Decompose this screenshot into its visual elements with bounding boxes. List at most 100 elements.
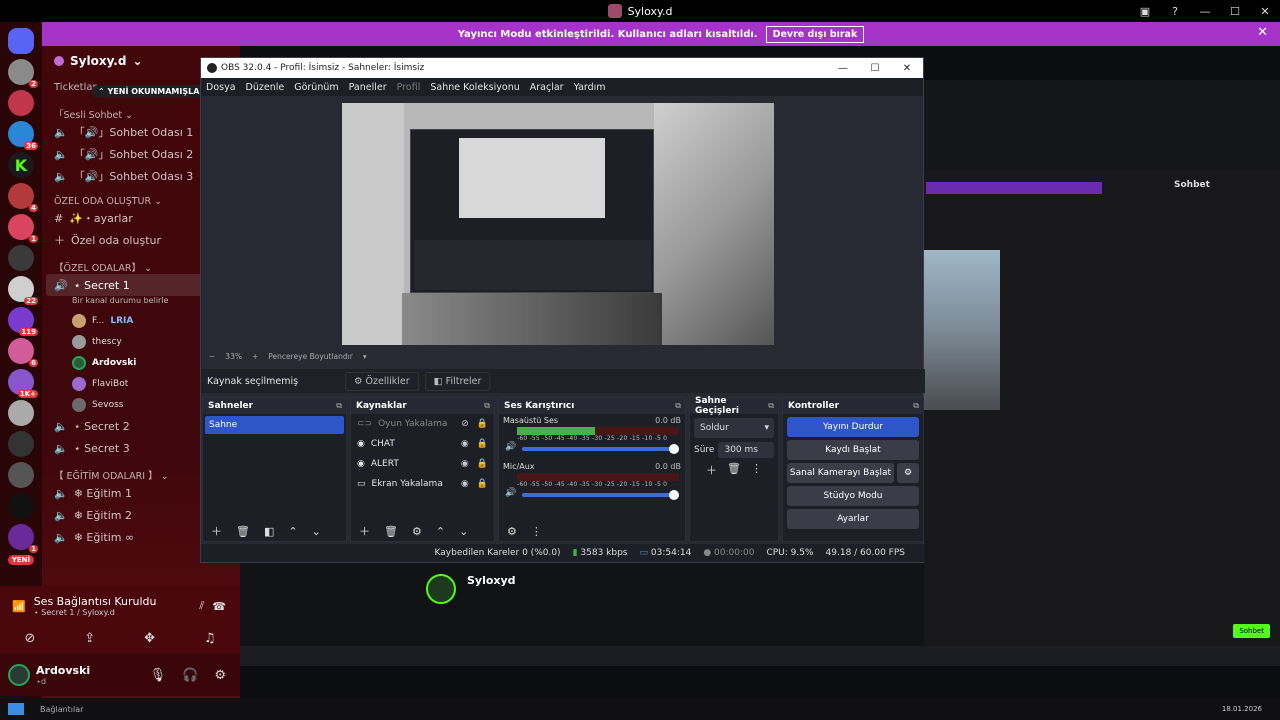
disable-streamer-mode-button[interactable]: Devre dışı bırak — [765, 25, 865, 43]
discord-home-icon[interactable] — [8, 28, 34, 54]
cpu-usage: CPU: 9.5% — [766, 548, 814, 558]
inbox-icon[interactable]: ▣ — [1130, 2, 1160, 20]
speaker-icon: 🔈 — [54, 125, 68, 139]
menu-tools[interactable]: Araçlar — [530, 82, 564, 93]
windows-start-icon[interactable] — [8, 703, 24, 715]
zoom-in-icon[interactable]: + — [252, 352, 258, 361]
source-item[interactable]: ◉ CHAT ◉ 🔒 — [351, 434, 494, 454]
server-icon[interactable]: 119 — [8, 307, 38, 336]
source-item[interactable]: ◉ ALERT ◉ 🔒 — [351, 454, 494, 474]
trash-icon[interactable]: 🗑 — [384, 525, 398, 538]
menu-help[interactable]: Yardım — [574, 82, 606, 93]
down-icon[interactable]: ⌄ — [312, 525, 321, 538]
unread-tag[interactable]: ⌃ YENİ OKUNMAMIŞLAR — [92, 85, 212, 98]
menu-profile[interactable]: Profil — [397, 82, 421, 93]
add-icon[interactable]: ＋ — [706, 462, 717, 478]
more-icon[interactable]: ⋮ — [531, 525, 542, 538]
plus-icon: ＋ — [54, 234, 65, 247]
camera-off-icon[interactable]: ⊘ — [24, 631, 35, 646]
server-icon[interactable]: 1 — [8, 214, 38, 243]
avatar[interactable] — [8, 664, 30, 686]
scene-item[interactable]: Sahne — [205, 416, 344, 434]
meter-ticks: -60 -55 -50 -45 -40 -35 -30 -25 -20 -15 … — [517, 481, 668, 488]
lock-icon: 🔒 — [476, 419, 488, 429]
server-icon[interactable]: 4 — [8, 183, 38, 212]
activities-icon[interactable]: ✥ — [144, 631, 155, 646]
mic-icon[interactable]: 🎙 — [150, 668, 167, 683]
zoom-out-icon[interactable]: − — [209, 352, 215, 361]
menu-view[interactable]: Görünüm — [294, 82, 338, 93]
mixer-db: 0.0 dB — [655, 462, 681, 471]
server-icon[interactable] — [8, 462, 34, 488]
screen-share-icon[interactable]: ⇪ — [84, 631, 95, 646]
gear-icon[interactable]: ⚙ — [897, 463, 919, 483]
kick-server-icon[interactable]: K — [8, 152, 34, 178]
obs-close-button[interactable]: ✕ — [891, 63, 923, 74]
disconnect-icon[interactable]: ☎ — [212, 600, 226, 613]
more-icon[interactable]: ⋮ — [751, 462, 762, 478]
gear-icon[interactable]: ⚙ — [412, 525, 422, 538]
headphones-icon[interactable]: 🎧 — [182, 668, 198, 683]
help-icon[interactable]: ? — [1160, 2, 1190, 20]
speaker-icon[interactable]: 🔊 — [505, 488, 516, 498]
app-avatar — [607, 4, 622, 18]
server-icon[interactable] — [8, 90, 34, 116]
filter-icon[interactable]: ◧ — [264, 525, 274, 538]
up-icon[interactable]: ⌃ — [288, 525, 297, 538]
server-icon[interactable] — [8, 431, 34, 457]
source-item[interactable]: ⊂⊃ Oyun Yakalama ⊘ 🔒 — [351, 414, 494, 434]
server-icon[interactable] — [8, 493, 34, 519]
menu-file[interactable]: Dosya — [206, 82, 236, 93]
add-icon[interactable]: ＋ — [359, 523, 370, 539]
avatar — [72, 355, 86, 370]
close-button[interactable]: ✕ — [1250, 2, 1280, 20]
advanced-audio-icon[interactable]: ⚙ — [507, 525, 517, 538]
speaker-icon[interactable]: 🔊 — [505, 442, 516, 452]
trash-icon[interactable]: 🗑 — [236, 525, 250, 538]
up-icon[interactable]: ⌃ — [436, 525, 445, 538]
user-status: ⋆d — [36, 677, 47, 686]
maximize-button[interactable]: ☐ — [1220, 2, 1250, 20]
server-icon[interactable]: 6 — [8, 338, 38, 367]
transition-select[interactable]: Soldur ▾ — [694, 418, 774, 438]
start-virtual-camera-button[interactable]: Sanal Kamerayı Başlat — [787, 463, 894, 483]
server-icon[interactable]: 2 — [8, 59, 38, 88]
menu-scene-collection[interactable]: Sahne Koleksiyonu — [430, 82, 519, 93]
server-icon[interactable] — [8, 400, 34, 426]
settings-button[interactable]: Ayarlar — [787, 509, 919, 529]
duration-input[interactable]: 300 ms — [718, 442, 774, 458]
trash-icon[interactable]: 🗑 — [727, 462, 741, 478]
soundboard-icon[interactable]: ♫ — [204, 631, 216, 646]
server-icon[interactable]: 1K+ — [8, 369, 38, 398]
wallpaper-bottom — [402, 293, 662, 345]
server-icon[interactable] — [8, 245, 34, 271]
obs-maximize-button[interactable]: ☐ — [859, 63, 891, 74]
menu-docks[interactable]: Paneller — [349, 82, 387, 93]
source-item[interactable]: ▭ Ekran Yakalama ◉ 🔒 — [351, 474, 494, 494]
start-recording-button[interactable]: Kaydı Başlat — [787, 440, 919, 460]
down-icon[interactable]: ⌄ — [459, 525, 468, 538]
menu-edit[interactable]: Düzenle — [246, 82, 285, 93]
volume-slider[interactable] — [522, 444, 679, 454]
server-icon[interactable]: 1 — [8, 524, 38, 553]
noise-suppression-icon[interactable]: ⫽ — [199, 599, 204, 613]
server-icon[interactable]: 22 — [8, 276, 38, 305]
stop-stream-button[interactable]: Yayını Durdur — [787, 417, 919, 437]
user-panel: Ardovski ⋆d 🎙 🎧 ⚙ — [0, 654, 240, 696]
username: Ardovski — [36, 664, 91, 677]
filters-button[interactable]: ◧ Filtreler — [424, 371, 491, 391]
properties-button[interactable]: ⚙ Özellikler — [345, 371, 419, 391]
obs-minimize-button[interactable]: — — [827, 63, 859, 74]
banner-close-icon[interactable]: ✕ — [1257, 25, 1268, 40]
chat-send-button[interactable]: Sohbet — [1233, 624, 1270, 638]
gear-icon[interactable]: ⚙ — [214, 668, 226, 683]
preview-canvas[interactable] — [342, 103, 774, 345]
chevron-down-icon[interactable]: ▾ — [363, 352, 367, 361]
sources-title: Kaynaklar — [356, 401, 407, 411]
dropped-frames: Kaybedilen Kareler 0 (%0.0) — [434, 548, 561, 558]
server-icon[interactable]: 36 — [8, 121, 38, 150]
studio-mode-button[interactable]: Stüdyo Modu — [787, 486, 919, 506]
minimize-button[interactable]: — — [1190, 2, 1220, 20]
volume-slider[interactable] — [522, 490, 679, 500]
add-icon[interactable]: ＋ — [211, 523, 222, 539]
